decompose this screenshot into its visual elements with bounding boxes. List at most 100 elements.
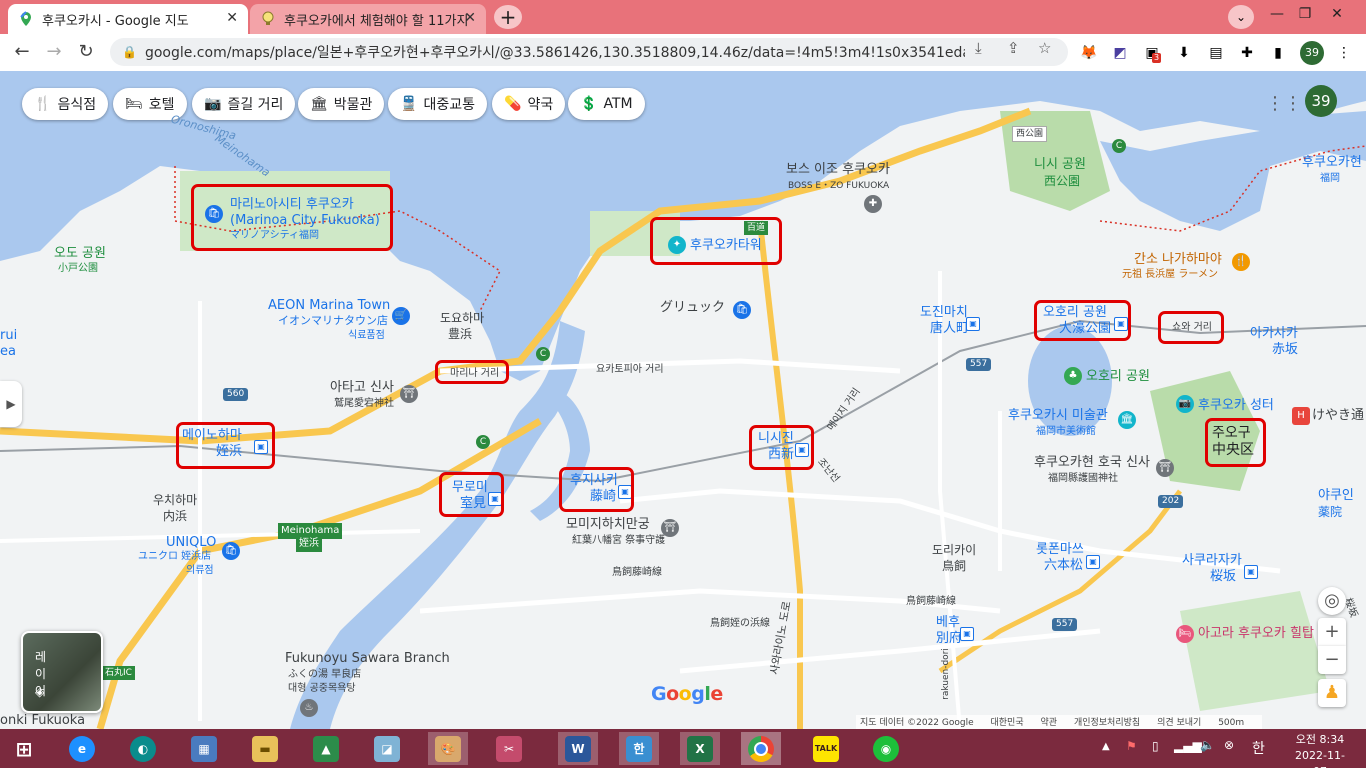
chip-pharmacy[interactable]: 💊 약국 [492, 88, 566, 120]
word-icon[interactable]: W [558, 732, 598, 765]
park-pin-icon[interactable]: ♣ [1064, 367, 1082, 385]
map-label[interactable]: 오도 공원 [54, 247, 106, 261]
map-canvas[interactable]: 🍴 음식점 🛏 호텔 📷 즐길 거리 🏛 박물관 🚆 대중교통 💊 약국 💲 ATM ⋮⋮⋮ … [0, 71, 1366, 729]
chip-museums[interactable]: 🏛 박물관 [298, 88, 385, 120]
close-window-button[interactable]: ✕ [1322, 2, 1352, 26]
tab-google-maps[interactable]: 후쿠오카시 - Google 지도 ✕ [8, 4, 248, 34]
chip-restaurants[interactable]: 🍴 음식점 [22, 88, 109, 120]
extension-icon[interactable]: ◩ [1110, 43, 1130, 63]
pegman-icon[interactable]: ♟ [1318, 679, 1346, 707]
shopping-pin-icon[interactable]: 🛍 [733, 301, 751, 319]
map-label[interactable]: 베후 [936, 616, 960, 630]
map-label[interactable]: 도진마치 [920, 306, 968, 320]
map-label[interactable]: 니시 공원 [1034, 158, 1086, 172]
map-label[interactable]: グリュック [660, 301, 725, 315]
map-label[interactable]: Fukunoyu Sawara Branch [285, 652, 450, 666]
terms-link[interactable]: 약관 [1041, 718, 1058, 728]
map-label[interactable]: 아카사카 [1250, 327, 1298, 341]
station-icon[interactable]: ▣ [966, 317, 980, 331]
reload-button[interactable]: ↻ [74, 40, 98, 64]
station-icon[interactable]: ▣ [1086, 555, 1100, 569]
hospital-pin-icon[interactable]: H [1292, 407, 1310, 425]
chrome-icon[interactable] [741, 732, 781, 765]
tab-search-button[interactable]: ⌄ [1228, 5, 1254, 29]
layers-button[interactable]: ◈ 레이어 [21, 631, 103, 713]
expand-side-panel-button[interactable]: ▶ [0, 381, 22, 427]
map-label[interactable]: 오호리 공원 [1086, 370, 1150, 384]
wifi-icon[interactable]: ▂▄▆ [1174, 739, 1202, 753]
download-icon[interactable]: ⬇ [1174, 43, 1194, 63]
bath-pin-icon[interactable]: ♨ [300, 699, 318, 717]
excel-icon[interactable]: X [680, 732, 720, 765]
museum-pin-icon[interactable]: 🏛 [1118, 411, 1136, 429]
shopping-pin-icon[interactable]: 🛍 [222, 542, 240, 560]
cart-pin-icon[interactable]: 🛒 [392, 307, 410, 325]
map-label[interactable]: 후쿠오카시 미술관 [1008, 409, 1108, 423]
shrine-pin-icon[interactable]: ⛩ [661, 519, 679, 537]
map-label[interactable]: 후쿠오카현 호국 신사 [1034, 456, 1150, 470]
map-label[interactable]: 야쿠인 [1318, 489, 1354, 503]
zoom-in-button[interactable]: + [1318, 618, 1346, 646]
explorer-icon[interactable]: ▬ [245, 732, 285, 765]
battery-icon[interactable]: ▯ [1152, 739, 1159, 753]
map-label[interactable]: 후쿠오카현 [1302, 156, 1362, 170]
back-button[interactable]: ← [10, 40, 34, 64]
side-panel-icon[interactable]: ▮ [1268, 43, 1288, 63]
minimize-button[interactable]: — [1262, 2, 1292, 26]
map-label[interactable]: AEON Marina Town [268, 299, 390, 313]
map-label[interactable]: 롯폰마쓰 [1036, 543, 1084, 557]
close-tab-icon[interactable]: ✕ [226, 10, 238, 26]
forward-button[interactable]: → [42, 40, 66, 64]
close-tab-icon[interactable]: ✕ [464, 10, 476, 26]
restore-button[interactable]: ❐ [1290, 2, 1320, 26]
chip-transit[interactable]: 🚆 대중교통 [388, 88, 487, 120]
restaurant-pin-icon[interactable]: 🍴 [1232, 253, 1250, 271]
metamask-icon[interactable]: 🦊 [1079, 43, 1099, 63]
snip-icon[interactable]: ✂ [489, 732, 529, 765]
notes-icon[interactable]: ◪ [367, 732, 407, 765]
ime-indicator[interactable]: 한 [1252, 738, 1265, 758]
privacy-link[interactable]: 개인정보처리방침 [1074, 718, 1140, 728]
map-label[interactable]: 아고라 후쿠오카 힐탑 [1198, 627, 1314, 641]
puzzle-icon[interactable]: ✚ [1237, 43, 1257, 63]
clock[interactable]: 오전 8:34 2022-11-07 [1290, 732, 1350, 780]
map-label[interactable]: UNIQLO [166, 536, 216, 550]
map-label[interactable]: 간소 나가하마야 [1134, 253, 1222, 267]
profile-avatar[interactable]: 39 [1300, 41, 1324, 65]
line-icon[interactable]: ◉ [866, 732, 906, 765]
map-label[interactable]: 후쿠오카 성터 [1198, 399, 1274, 413]
control-panel-icon[interactable]: ▦ [184, 732, 224, 765]
menu-kebab-icon[interactable]: ⋮ [1334, 43, 1354, 63]
place-pin-icon[interactable]: ✚ [864, 195, 882, 213]
tray-expand-icon[interactable]: ▲ [1102, 741, 1110, 752]
new-tab-button[interactable]: + [494, 5, 522, 29]
photos-icon[interactable]: ▲ [306, 732, 346, 765]
my-location-button[interactable]: ◎ [1318, 587, 1346, 615]
hwp-icon[interactable]: 한 [619, 732, 659, 765]
map-label[interactable]: 사쿠라자카 [1182, 554, 1242, 568]
map-label[interactable]: 모미지하치만궁 [566, 518, 650, 532]
chip-atm[interactable]: 💲 ATM [568, 88, 645, 120]
map-label[interactable]: 아타고 신사 [330, 381, 394, 395]
station-icon[interactable]: ▣ [960, 627, 974, 641]
address-bar[interactable]: 🔒 google.com/maps/place/일본+후쿠오카현+후쿠오카시/@… [110, 38, 1068, 66]
tab-manager-icon[interactable]: ▤ [1206, 43, 1226, 63]
ie-icon[interactable]: e [62, 732, 102, 765]
paint-icon[interactable]: 🎨 [428, 732, 468, 765]
volume-icon[interactable]: 🔈 [1200, 738, 1215, 752]
feedback-link[interactable]: 의견 보내기 [1157, 718, 1201, 728]
network-alert-icon[interactable]: ⚑ [1126, 739, 1137, 753]
install-icon[interactable]: ⤓ [975, 39, 982, 57]
share-icon[interactable]: ⇪ [1007, 39, 1020, 57]
station-icon[interactable]: ▣ [1244, 565, 1258, 579]
shrine-pin-icon[interactable]: ⛩ [400, 385, 418, 403]
account-avatar[interactable]: 39 [1305, 85, 1337, 117]
region-link[interactable]: 대한민국 [991, 718, 1024, 728]
zoom-out-button[interactable]: − [1318, 646, 1346, 674]
attraction-pin-icon[interactable]: 📷 [1176, 395, 1194, 413]
kakaotalk-icon[interactable]: TALK [806, 732, 846, 765]
extension-badge-icon[interactable]: ▣3 [1142, 43, 1162, 63]
bookmark-star-icon[interactable]: ☆ [1038, 39, 1051, 57]
start-icon[interactable]: ⊞ [4, 732, 44, 765]
hotel-pin-icon[interactable]: 🛏 [1176, 625, 1194, 643]
